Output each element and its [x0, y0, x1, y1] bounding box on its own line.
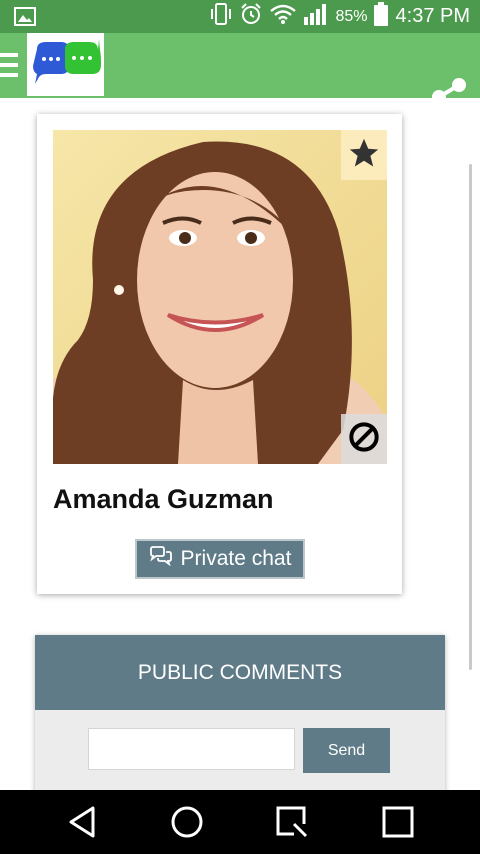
- vibrate-icon: [209, 2, 233, 31]
- overview-icon[interactable]: [378, 802, 418, 842]
- share-icon[interactable]: [426, 74, 472, 120]
- comment-input[interactable]: [88, 728, 295, 770]
- block-button[interactable]: [341, 414, 387, 464]
- recents-icon[interactable]: [272, 802, 312, 842]
- wifi-icon: [269, 3, 297, 30]
- profile-name: Amanda Guzman: [53, 484, 274, 514]
- alarm-icon: [239, 2, 263, 31]
- menu-icon[interactable]: [0, 53, 18, 77]
- back-icon[interactable]: [62, 802, 102, 842]
- block-icon: [348, 421, 380, 458]
- profile-photo[interactable]: [53, 130, 387, 464]
- navigation-bar: [0, 790, 480, 854]
- favorite-button[interactable]: [341, 130, 387, 180]
- battery-icon: [373, 2, 388, 31]
- home-icon[interactable]: [167, 802, 207, 842]
- private-chat-label: Private chat: [180, 547, 292, 570]
- signal-icon: [303, 3, 329, 30]
- scrollbar[interactable]: [469, 164, 472, 670]
- public-comments-panel: PUBLIC COMMENTS Send: [35, 635, 445, 805]
- status-bar: 85% 4:37 PM: [0, 0, 480, 33]
- image-notification-icon: [14, 7, 36, 31]
- star-icon: [347, 136, 381, 175]
- send-button[interactable]: Send: [303, 728, 390, 773]
- profile-card: Amanda Guzman Private chat: [37, 114, 402, 594]
- public-comments-header: PUBLIC COMMENTS: [35, 635, 445, 710]
- battery-percent: 85%: [335, 7, 368, 25]
- status-time: 4:37 PM: [395, 5, 470, 27]
- app-logo[interactable]: [27, 33, 104, 96]
- chat-bubbles-icon: [149, 546, 173, 572]
- private-chat-button[interactable]: Private chat: [135, 539, 305, 579]
